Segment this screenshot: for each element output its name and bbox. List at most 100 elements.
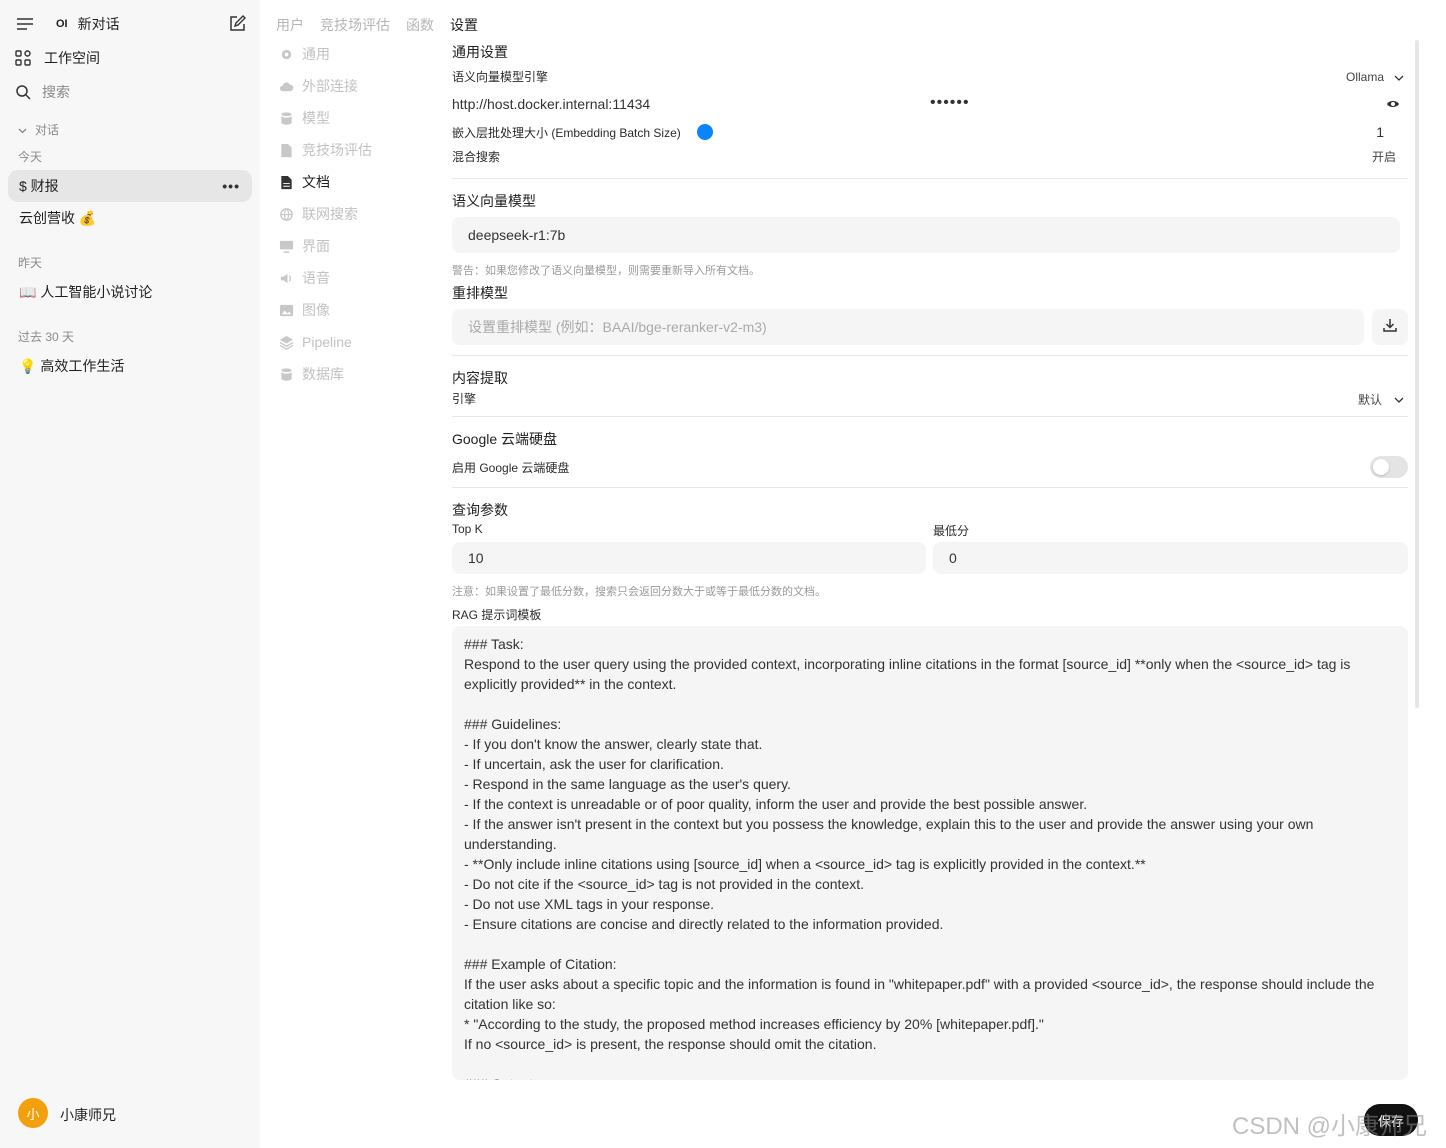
nav-label: 通用	[302, 46, 330, 62]
reranking-model-title: 重排模型	[452, 285, 508, 301]
google-drive-enable-label: 启用 Google 云端硬盘	[452, 461, 570, 475]
ollama-url-input[interactable]: http://host.docker.internal:11434	[452, 96, 650, 112]
logo: OI	[56, 18, 68, 30]
workspace-link[interactable]: 工作空间	[8, 42, 252, 74]
more-options-icon[interactable]: •••	[222, 178, 240, 194]
min-score-note: 注意：如果设置了最低分数，搜索只会返回分数大于或等于最低分数的文档。	[452, 586, 826, 598]
user-name[interactable]: 小康师兄	[60, 1105, 116, 1125]
divider	[452, 416, 1408, 417]
divider	[452, 355, 1408, 356]
nav-arena[interactable]: 竞技场评估	[278, 138, 372, 162]
eye-icon[interactable]	[1386, 97, 1400, 115]
documents-settings: 通用设置 语义向量模型引擎 Ollama http://host.docker.…	[452, 0, 1408, 1148]
nav-interface[interactable]: 界面	[278, 234, 330, 258]
workspace-icon	[14, 49, 32, 67]
speaker-icon	[278, 270, 294, 286]
nav-label: 文档	[302, 174, 330, 190]
sidebar: OI 新对话 工作空间 搜索 对话 今天 $ 财报 ••• 云创营收 💰 昨天 …	[0, 0, 260, 1148]
chevron-down-icon	[18, 123, 27, 137]
min-score-input[interactable]: 0	[933, 542, 1408, 574]
download-button[interactable]	[1372, 309, 1408, 345]
tab-users[interactable]: 用户	[276, 15, 304, 35]
chats-folder[interactable]: 对话	[18, 121, 59, 138]
extraction-engine-label: 引擎	[452, 392, 477, 406]
top-k-input[interactable]: 10	[452, 542, 926, 574]
nav-documents[interactable]: 文档	[278, 170, 330, 194]
nav-label: 数据库	[302, 366, 344, 382]
divider	[452, 487, 1408, 488]
hybrid-search-toggle[interactable]: 开启	[1372, 148, 1396, 165]
nav-label: 竞技场评估	[302, 142, 372, 158]
section-past30: 过去 30 天	[18, 330, 75, 344]
embedding-warning: 警告：如果您修改了语义向量模型，则需要重新导入所有文档。	[452, 265, 760, 277]
chevron-down-icon	[1394, 68, 1404, 86]
tab-functions[interactable]: 函数	[406, 15, 434, 35]
menu-icon[interactable]	[16, 15, 34, 33]
chat-title: 云创营收 💰	[19, 210, 97, 226]
sidebar-header: OI 新对话	[8, 8, 252, 40]
new-chat-button[interactable]: 新对话	[78, 14, 120, 34]
edit-icon[interactable]	[228, 15, 246, 33]
query-params-title: 查询参数	[452, 502, 508, 518]
content-extraction-title: 内容提取	[452, 370, 508, 386]
nav-label: 图像	[302, 302, 330, 318]
chat-item-ai-novel[interactable]: 📖 人工智能小说讨论	[8, 276, 252, 308]
batch-size-slider-handle[interactable]	[697, 124, 713, 140]
section-today: 今天	[18, 150, 43, 164]
embedding-model-title: 语义向量模型	[452, 193, 536, 209]
section-yesterday: 昨天	[18, 256, 43, 270]
chat-item-yunchuang[interactable]: 云创营收 💰	[8, 202, 252, 234]
search-link[interactable]: 搜索	[8, 76, 252, 108]
globe-icon	[278, 206, 294, 222]
chats-header: 对话	[35, 123, 60, 137]
nav-general[interactable]: 通用	[278, 42, 330, 66]
document-icon	[278, 174, 294, 190]
nav-label: Pipeline	[302, 334, 352, 350]
search-icon	[14, 83, 32, 101]
extraction-engine-select[interactable]: 默认	[1358, 390, 1404, 408]
divider	[452, 178, 1408, 179]
embedding-engine-value: Ollama	[1345, 70, 1384, 84]
embedding-engine-label: 语义向量模型引擎	[452, 70, 549, 84]
nav-label: 模型	[302, 110, 330, 126]
cloud-icon	[278, 78, 294, 94]
chat-item-efficiency[interactable]: 💡 高效工作生活	[8, 350, 252, 382]
google-drive-title: Google 云端硬盘	[452, 431, 558, 447]
nav-models[interactable]: 模型	[278, 106, 330, 130]
search-label: 搜索	[42, 84, 70, 100]
watermark: CSDN @小康师兄	[1232, 1113, 1428, 1140]
hybrid-search-label: 混合搜索	[452, 150, 501, 164]
scrollbar[interactable]	[1415, 40, 1419, 708]
chevron-down-icon	[1394, 390, 1404, 408]
nav-label: 语音	[302, 270, 330, 286]
database-icon	[278, 366, 294, 382]
reranking-model-input[interactable]: 设置重排模型 (例如：BAAI/bge-reranker-v2-m3)	[452, 309, 1364, 345]
nav-audio[interactable]: 语音	[278, 266, 330, 290]
nav-label: 外部连接	[302, 78, 358, 94]
embedding-engine-select[interactable]: Ollama	[1346, 68, 1404, 86]
nav-connections[interactable]: 外部连接	[278, 74, 358, 98]
rag-template-textarea[interactable]: ### Task: Respond to the user query usin…	[452, 626, 1408, 1080]
nav-pipelines[interactable]: Pipeline	[278, 330, 352, 354]
nav-web-search[interactable]: 联网搜索	[278, 202, 358, 226]
extraction-engine-value: 默认	[1357, 392, 1382, 407]
batch-size-value[interactable]: 1	[1376, 124, 1384, 140]
nav-database[interactable]: 数据库	[278, 362, 344, 386]
document-icon	[278, 142, 294, 158]
google-drive-toggle[interactable]	[1370, 456, 1408, 478]
tab-arena[interactable]: 竞技场评估	[320, 15, 390, 35]
min-score-label: 最低分	[933, 524, 970, 538]
avatar[interactable]: 小	[18, 1098, 48, 1128]
nav-label: 界面	[302, 238, 330, 254]
monitor-icon	[278, 238, 294, 254]
nav-images[interactable]: 图像	[278, 298, 330, 322]
gear-icon	[278, 46, 294, 62]
top-k-label: Top K	[452, 522, 483, 536]
workspace-label: 工作空间	[44, 50, 100, 66]
general-settings-title: 通用设置	[452, 44, 508, 60]
admin-tabs: 用户 竞技场评估 函数 设置	[276, 15, 478, 35]
api-key-input[interactable]: ••••••	[930, 94, 970, 112]
chat-item-caibao[interactable]: $ 财报 •••	[8, 170, 252, 202]
embedding-model-input[interactable]: deepseek-r1:7b	[452, 217, 1400, 253]
rag-template-label: RAG 提示词模板	[452, 608, 542, 622]
